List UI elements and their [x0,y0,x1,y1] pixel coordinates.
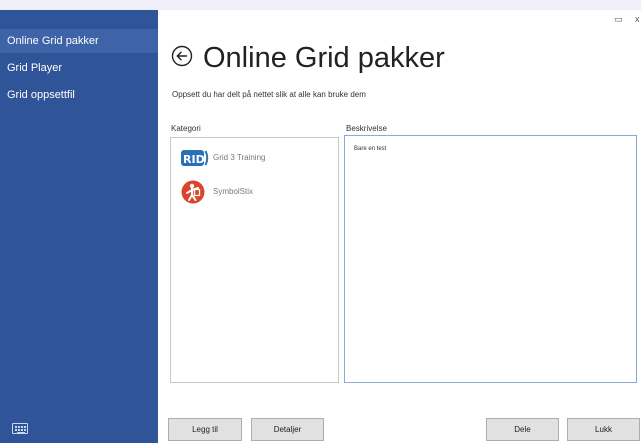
category-name: SymbolStix [213,187,254,196]
add-button[interactable]: Legg til [168,418,242,441]
svg-text:RID: RID [183,153,205,166]
keyboard-icon[interactable] [12,423,28,434]
grid-logo-icon: RID [181,150,209,166]
maximize-icon[interactable]: ▭ [614,14,623,24]
close-button[interactable]: Lukk [567,418,640,441]
category-list: RID Grid 3 Training SymbolStix [170,137,339,383]
sidebar-item-grid-player[interactable]: Grid Player [0,56,158,80]
title-bar-strip [0,0,641,10]
main-panel: ▭ x Online Grid pakker Oppsett du har de… [158,10,641,443]
share-button[interactable]: Dele [486,418,559,441]
back-arrow-icon[interactable] [171,45,193,67]
details-button[interactable]: Detaljer [251,418,324,441]
symbolstix-logo-icon [181,180,205,204]
sidebar-item-online-grid-pakker[interactable]: Online Grid pakker [0,29,158,53]
sidebar-item-label: Online Grid pakker [7,35,99,47]
description-text: Bare en test [354,146,387,152]
list-item[interactable]: SymbolStix [181,180,331,206]
sidebar: Online Grid pakker Grid Player Grid opps… [0,10,158,443]
description-label: Beskrivelse [346,124,387,133]
page-subtitle: Oppsett du har delt på nettet slik at al… [172,90,366,99]
sidebar-item-grid-oppsettfil[interactable]: Grid oppsettfil [0,83,158,107]
category-label: Kategori [171,124,201,133]
page-title: Online Grid pakker [203,42,445,74]
sidebar-item-label: Grid Player [7,62,63,74]
sidebar-item-label: Grid oppsettfil [7,89,75,101]
description-box[interactable]: Bare en test [344,135,637,383]
category-name: Grid 3 Training [213,153,266,162]
close-icon[interactable]: x [635,14,640,24]
list-item[interactable]: RID Grid 3 Training [181,146,331,172]
